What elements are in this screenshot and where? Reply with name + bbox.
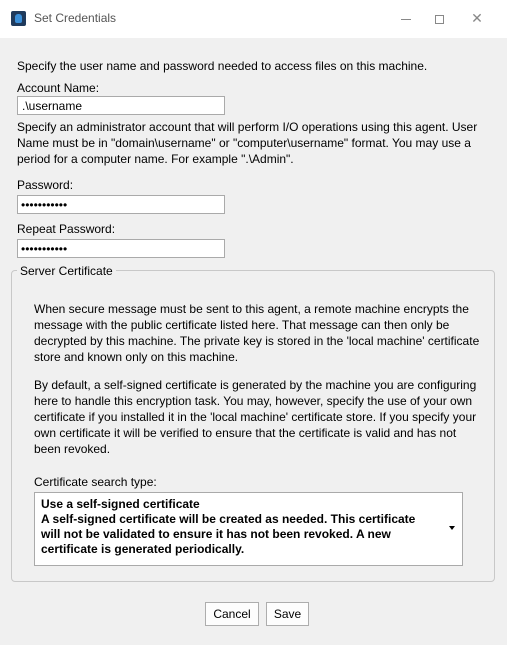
repeat-password-dots: ••••••••••• [21,242,68,256]
certificate-search-type-select[interactable]: Use a self-signed certificate A self-sig… [34,492,463,566]
minimize-icon [401,18,411,20]
certificate-description-2: By default, a self-signed certificate is… [34,378,477,456]
app-icon [11,11,26,26]
account-name-input[interactable] [17,96,225,115]
certificate-search-type-label: Certificate search type: [34,475,157,489]
cancel-button[interactable]: Cancel [205,602,259,626]
account-name-label: Account Name: [17,81,100,95]
password-dots: ••••••••••• [21,198,68,212]
maximize-button[interactable] [425,6,453,30]
repeat-password-label: Repeat Password: [17,222,116,236]
window-title: Set Credentials [34,11,117,25]
repeat-password-input[interactable]: ••••••••••• [17,239,225,258]
save-button[interactable]: Save [266,602,309,626]
selected-option-title: Use a self-signed certificate [41,497,200,511]
selected-option: Use a self-signed certificate A self-sig… [41,497,436,557]
maximize-icon [434,14,444,24]
password-input[interactable]: ••••••••••• [17,195,225,214]
password-label: Password: [17,178,74,192]
close-button[interactable]: ✕ [463,6,491,30]
close-icon: ✕ [471,10,483,26]
dropdown-arrow-icon[interactable] [449,526,455,530]
set-credentials-dialog: Set Credentials ✕ Specify the user name … [0,0,507,645]
server-certificate-title: Server Certificate [17,264,116,278]
title-bar[interactable]: Set Credentials ✕ [0,0,507,38]
certificate-description-1: When secure message must be sent to this… [34,302,480,364]
minimize-button[interactable] [392,6,420,30]
selected-option-description: A self-signed certificate will be create… [41,512,416,556]
account-help-text: Specify an administrator account that wi… [17,120,478,166]
intro-text: Specify the user name and password neede… [17,59,428,73]
